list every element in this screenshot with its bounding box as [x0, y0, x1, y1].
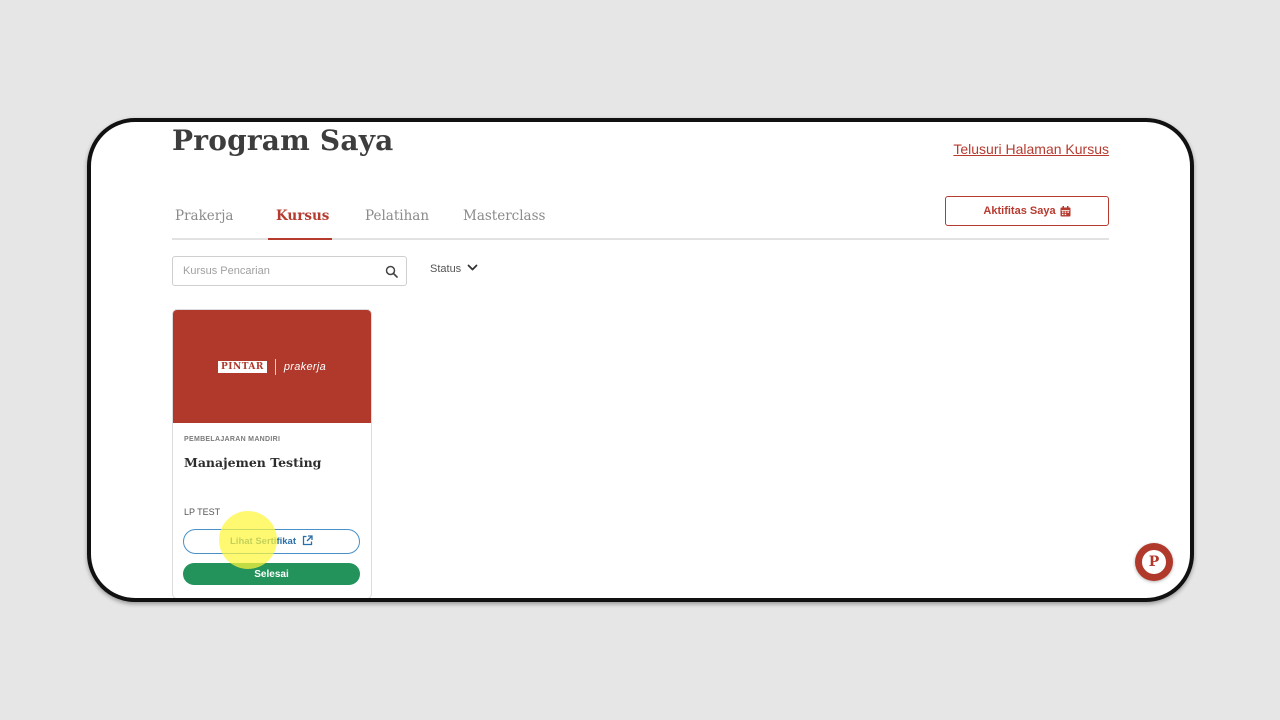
- chevron-down-icon: [467, 263, 478, 275]
- chat-icon: P: [1142, 550, 1166, 574]
- status-filter-dropdown[interactable]: Status: [430, 263, 478, 275]
- logo-divider: [274, 358, 276, 375]
- search-icon[interactable]: [385, 265, 398, 278]
- view-certificate-button[interactable]: Lihat Sertifikat: [183, 529, 360, 554]
- course-card[interactable]: PINTAR prakerja PEMBELAJARAN MANDIRI Man…: [172, 309, 372, 598]
- page-title: Program Saya: [172, 124, 394, 157]
- tab-prakerja[interactable]: Prakerja: [175, 208, 233, 236]
- tab-masterclass[interactable]: Masterclass: [463, 208, 545, 236]
- course-category: PEMBELAJARAN MANDIRI: [184, 436, 281, 443]
- pintar-logo: PINTAR: [217, 360, 267, 373]
- course-banner: PINTAR prakerja: [173, 310, 371, 423]
- main-screen: Program Saya Telusuri Halaman Kursus Pra…: [91, 122, 1190, 598]
- my-activity-label: Aktifitas Saya: [983, 205, 1056, 217]
- prakerja-logo: prakerja: [283, 360, 326, 373]
- course-title: Manajemen Testing: [184, 455, 322, 470]
- search-box: [172, 256, 407, 286]
- course-provider: LP TEST: [184, 507, 221, 517]
- device-frame: Program Saya Telusuri Halaman Kursus Pra…: [87, 118, 1194, 602]
- my-activity-button[interactable]: Aktifitas Saya: [945, 196, 1109, 226]
- active-tab-indicator: [268, 238, 332, 240]
- chat-button[interactable]: P: [1135, 543, 1173, 581]
- completed-status-button[interactable]: Selesai: [183, 563, 360, 585]
- external-link-icon: [302, 534, 313, 549]
- browse-courses-link[interactable]: Telusuri Halaman Kursus: [953, 141, 1109, 157]
- tab-kursus[interactable]: Kursus: [276, 208, 329, 236]
- search-input[interactable]: [173, 257, 373, 285]
- status-filter-label: Status: [430, 263, 462, 275]
- view-certificate-label: Lihat Sertifikat: [230, 536, 296, 547]
- calendar-icon: [1060, 205, 1071, 217]
- tab-pelatihan[interactable]: Pelatihan: [365, 208, 429, 236]
